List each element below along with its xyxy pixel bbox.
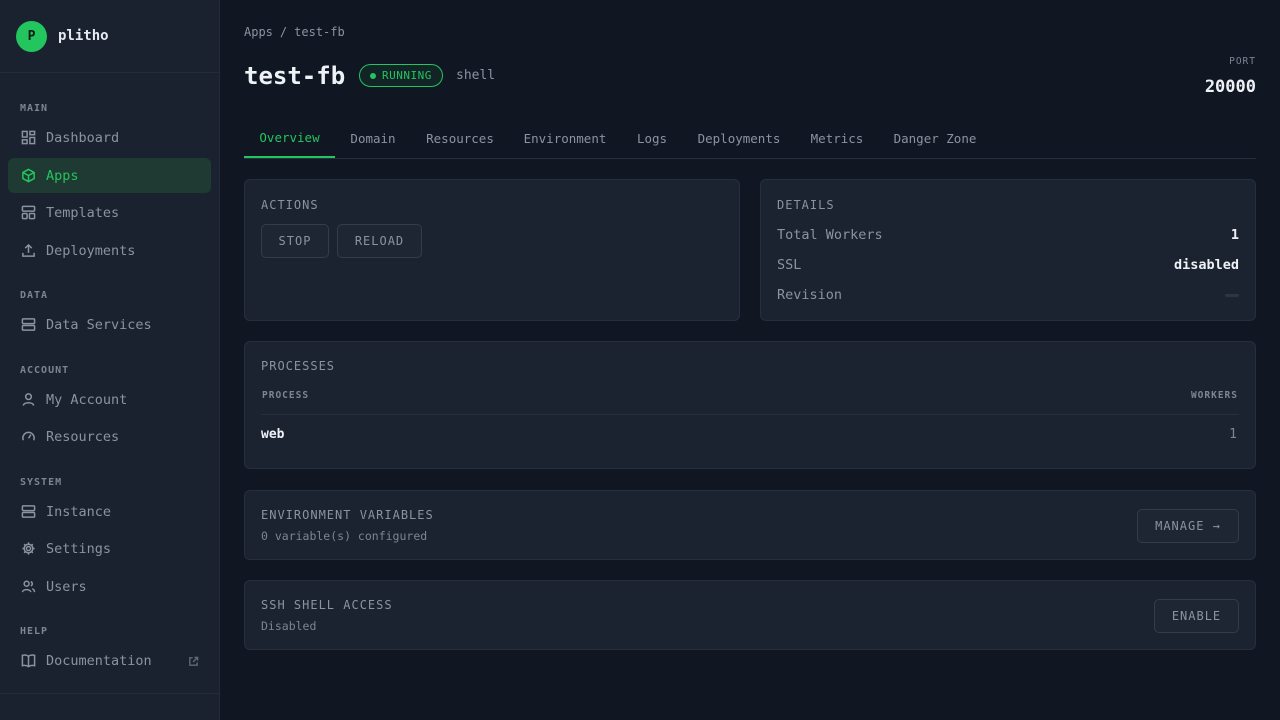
sidebar-item-label: Deployments [46, 242, 136, 259]
sidebar-item-label: Users [46, 578, 87, 595]
app-type: shell [456, 68, 496, 83]
users-icon [20, 579, 36, 595]
server-icon [20, 504, 36, 520]
brand[interactable]: P plitho [0, 0, 219, 73]
upload-icon [20, 243, 36, 259]
tab-domain[interactable]: Domain [341, 118, 405, 158]
detail-row-revision: Revision [777, 285, 1239, 305]
stop-button[interactable]: STOP [261, 224, 329, 258]
details-card: DETAILS Total Workers 1 SSL disabled Rev… [760, 179, 1256, 321]
sidebar-item-label: Dashboard [46, 129, 120, 146]
status-text: RUNNING [382, 69, 432, 82]
tab-danger-zone[interactable]: Danger Zone [887, 118, 983, 158]
sidebar-item-templates[interactable]: Templates [8, 195, 211, 230]
sidebar-item-instance[interactable]: Instance [8, 494, 211, 529]
sidebar-item-label: My Account [46, 391, 128, 408]
section-label-system: SYSTEM [20, 477, 63, 488]
port-value: 20000 [1204, 77, 1256, 97]
actions-card: ACTIONS STOP RELOAD [244, 179, 740, 321]
sidebar-item-label: Resources [46, 428, 120, 445]
sidebar-footer-divider [0, 693, 220, 694]
main-content: Apps / test-fb test-fb RUNNING shell PORT … [244, 0, 1256, 720]
tab-deployments[interactable]: Deployments [691, 118, 787, 158]
detail-value: 1 [1230, 227, 1239, 243]
section-label-main: MAIN [20, 103, 49, 114]
breadcrumb-separator: / [279, 25, 288, 39]
detail-row-ssl: SSL disabled [777, 255, 1239, 275]
sidebar-item-label: Instance [46, 503, 112, 520]
breadcrumb: Apps / test-fb [244, 25, 345, 39]
tab-bar: Overview Domain Resources Environment Lo… [244, 118, 1256, 159]
brand-name: plitho [58, 28, 109, 44]
tab-overview[interactable]: Overview [244, 118, 335, 158]
breadcrumb-current: test-fb [294, 25, 345, 39]
ssh-card: SSH SHELL ACCESS Disabled ENABLE [244, 580, 1256, 650]
process-name: web [261, 427, 285, 442]
manage-env-button[interactable]: MANAGE → [1137, 509, 1239, 543]
sidebar-item-label: Documentation [46, 652, 152, 669]
status-dot [370, 72, 376, 79]
sidebar-item-label: Apps [46, 167, 79, 184]
templates-icon [20, 205, 36, 221]
gear-icon [20, 541, 36, 557]
server-icon [20, 317, 36, 333]
detail-row-total-workers: Total Workers 1 [777, 225, 1239, 245]
env-vars-card: ENVIRONMENT VARIABLES 0 variable(s) conf… [244, 490, 1256, 560]
details-title: DETAILS [777, 198, 835, 212]
detail-label: SSL [777, 257, 802, 273]
page-title: test-fb [244, 62, 346, 90]
table-divider [261, 414, 1239, 415]
actions-title: ACTIONS [261, 198, 319, 212]
sidebar-item-deployments[interactable]: Deployments [8, 233, 211, 268]
detail-label: Revision [777, 287, 843, 303]
detail-label: Total Workers [777, 227, 883, 243]
section-label-help: HELP [20, 626, 49, 637]
sidebar-item-dashboard[interactable]: Dashboard [8, 120, 211, 155]
detail-value: disabled [1173, 257, 1239, 273]
revision-placeholder [1225, 293, 1239, 297]
sidebar-item-label: Templates [46, 204, 120, 221]
column-header-workers: WORKERS [1190, 390, 1238, 401]
sidebar-item-data-services[interactable]: Data Services [8, 307, 211, 342]
column-header-process: PROCESS [262, 390, 310, 401]
port-label: PORT [1229, 56, 1256, 67]
sidebar-item-users[interactable]: Users [8, 569, 211, 604]
env-vars-count: 0 variable(s) configured [261, 529, 428, 543]
env-vars-title: ENVIRONMENT VARIABLES [261, 508, 434, 522]
reload-button[interactable]: RELOAD [337, 224, 422, 258]
user-icon [20, 392, 36, 408]
box-icon [20, 168, 36, 184]
book-icon [20, 653, 36, 669]
processes-card: PROCESSES PROCESS WORKERS web 1 [244, 341, 1256, 469]
sidebar-item-resources[interactable]: Resources [8, 419, 211, 454]
tab-logs[interactable]: Logs [630, 118, 674, 158]
sidebar-item-settings[interactable]: Settings [8, 531, 211, 566]
tab-metrics[interactable]: Metrics [804, 118, 870, 158]
sidebar-item-documentation[interactable]: Documentation [8, 643, 211, 678]
ssh-status: Disabled [261, 619, 317, 633]
brand-logo: P [16, 20, 47, 52]
gauge-icon [20, 429, 36, 445]
processes-title: PROCESSES [261, 359, 336, 373]
ssh-title: SSH SHELL ACCESS [261, 598, 393, 612]
sidebar-item-label: Settings [46, 540, 112, 557]
tab-environment[interactable]: Environment [517, 118, 613, 158]
external-link-icon [188, 655, 199, 666]
dashboard-icon [20, 130, 36, 146]
enable-ssh-button[interactable]: ENABLE [1154, 599, 1239, 633]
status-badge: RUNNING [359, 64, 443, 87]
sidebar-item-label: Data Services [46, 316, 152, 333]
process-workers: 1 [1229, 427, 1237, 442]
sidebar: P plitho MAIN Dashboard Apps Templates D… [0, 0, 220, 720]
sidebar-item-my-account[interactable]: My Account [8, 382, 211, 417]
sidebar-item-apps[interactable]: Apps [8, 158, 211, 193]
breadcrumb-root-link[interactable]: Apps [244, 25, 273, 39]
tab-resources[interactable]: Resources [420, 118, 500, 158]
section-label-account: ACCOUNT [20, 365, 70, 376]
section-label-data: DATA [20, 290, 49, 301]
